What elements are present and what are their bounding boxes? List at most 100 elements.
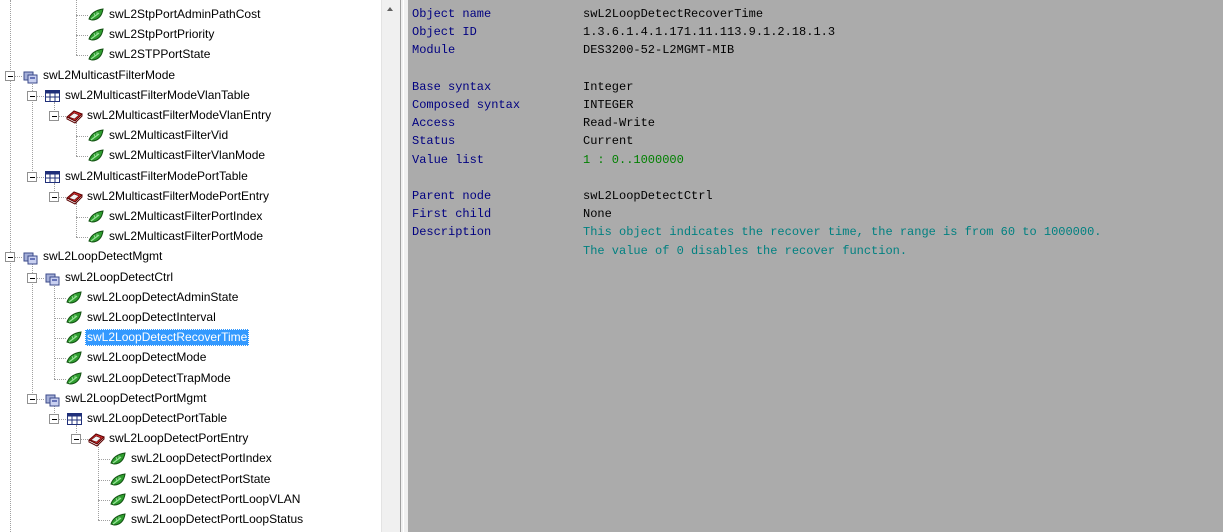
leaf-object-icon [66,310,83,326]
tree-branch-line [54,338,66,339]
leaf-object-icon [66,350,83,366]
tree-node-label: swL2LoopDetectPortLoopStatus [131,512,304,526]
tree-parent-line [76,0,77,55]
collapse-toggle-icon[interactable] [5,71,15,81]
leaf-object-icon [88,7,105,23]
tree-node-label: swL2MulticastFilterMode [43,68,176,82]
tree-node-label: swL2LoopDetectCtrl [65,270,174,284]
tree-branch-line [54,318,66,319]
folder-group-icon [44,391,61,407]
folder-group-icon [22,249,39,265]
tree-branch-line [54,358,66,359]
leaf-object-icon [110,472,127,488]
detail-value: DES3200-52-L2MGMT-MIB [583,43,735,58]
detail-value: Read-Write [583,116,656,131]
detail-value: 1.3.6.1.4.1.171.11.113.9.1.2.18.1.3 [583,25,836,40]
tree-node-label: swL2LoopDetectMode [87,350,207,364]
tree-branch-line [76,136,88,137]
detail-value: 1 : 0..1000000 [583,152,684,167]
collapse-toggle-icon[interactable] [71,434,81,444]
leaf-object-icon [66,290,83,306]
entry-icon [66,189,83,205]
tree-node-label: swL2LoopDetectPortLoopVLAN [131,492,301,506]
tree-node-label: swL2LoopDetectInterval [87,310,216,324]
collapse-toggle-icon[interactable] [49,192,59,202]
detail-key: Status [412,134,456,149]
detail-key: Value list [412,152,485,167]
collapse-toggle-icon[interactable] [27,273,37,283]
leaf-object-icon [66,330,83,346]
tree-node-label: swL2LoopDetectMgmt [43,249,163,263]
leaf-object-icon [110,512,127,528]
tree-node-label: swL2MulticastFilterModePortTable [65,169,248,183]
detail-key: Base syntax [412,79,492,94]
leaf-object-icon [66,371,83,387]
collapse-toggle-icon[interactable] [49,414,59,424]
tree-node-label: swL2StpPortPriority [109,27,215,41]
detail-row [412,60,1217,78]
tree-branch-line [76,237,88,238]
entry-icon [88,431,105,447]
tree-node-label: swL2LoopDetectRecoverTime [85,329,250,346]
tree-branch-line [76,35,88,36]
leaf-object-icon [88,128,105,144]
tree-node-label: swL2LoopDetectPortMgmt [65,391,207,405]
collapse-toggle-icon[interactable] [5,252,15,262]
tree-node-label: swL2STPPortState [109,47,211,61]
tree-node-label: swL2MulticastFilterModeVlanTable [65,88,250,102]
tree-node-label: swL2MulticastFilterVid [109,128,229,142]
tree-child-line [76,122,77,156]
detail-row: Composed syntax INTEGER [412,96,1217,114]
tree-child-line [98,445,99,520]
tree-node-label: swL2LoopDetectAdminState [87,290,239,304]
table-icon [44,88,61,104]
tree-branch-line [54,298,66,299]
folder-group-icon [44,270,61,286]
leaf-object-icon [110,492,127,508]
detail-key: Composed syntax [412,98,521,112]
object-details-panel: Object name swL2LoopDetectRecoverTime Obje… [408,0,1223,532]
tree-vertical-scrollbar[interactable] [381,0,399,532]
detail-key: Access [412,116,456,131]
tree-node-label: swL2MulticastFilterVlanMode [109,148,266,162]
mib-tree-panel[interactable]: swL2StpPortAdminPathCost swL2StpPortPrior… [0,0,381,532]
tree-branch-line [98,520,110,521]
leaf-object-icon [110,451,127,467]
tree-branch-line [98,459,110,460]
detail-key: Parent node [412,189,492,203]
table-icon [44,169,61,185]
tree-branch-line [54,379,66,380]
folder-group-icon [22,68,39,84]
detail-row: Base syntax Integer [412,78,1217,96]
detail-row: The value of 0 disables the recover func… [412,242,1217,260]
detail-row: Value list 1 : 0..1000000 [412,151,1217,169]
detail-key: Description [412,225,492,240]
entry-icon [66,108,83,124]
collapse-toggle-icon[interactable] [27,91,37,101]
detail-row [412,169,1217,187]
detail-value: The value of 0 disables the recover func… [583,243,908,258]
tree-node-label: swL2LoopDetectPortEntry [109,431,249,445]
tree-node-label: swL2MulticastFilterPortMode [109,229,264,243]
tree-branch-line [76,217,88,218]
detail-value: This object indicates the recover time, … [583,225,1102,240]
detail-row: First child None [412,205,1217,223]
tree-branch-line [76,15,88,16]
tree-node-label: swL2StpPortAdminPathCost [109,7,261,21]
detail-row: Module DES3200-52-L2MGMT-MIB [412,41,1217,59]
detail-row: Access Read-Write [412,114,1217,132]
scroll-up-arrow-icon[interactable] [382,0,399,17]
tree-node-label: swL2LoopDetectPortState [131,472,271,486]
detail-value: Integer [583,79,634,94]
detail-value: swL2LoopDetectRecoverTime [583,7,764,21]
details-text-area: Object name swL2LoopDetectRecoverTime Obje… [408,0,1223,532]
tree-branch-line [98,480,110,481]
panel-splitter[interactable] [398,0,408,532]
collapse-toggle-icon[interactable] [27,172,37,182]
detail-key: First child [412,207,492,222]
detail-key: Object name [412,7,492,21]
collapse-toggle-icon[interactable] [49,111,59,121]
detail-row: Description This object indicates the rec… [412,223,1217,241]
detail-row: Status Current [412,132,1217,150]
collapse-toggle-icon[interactable] [27,394,37,404]
